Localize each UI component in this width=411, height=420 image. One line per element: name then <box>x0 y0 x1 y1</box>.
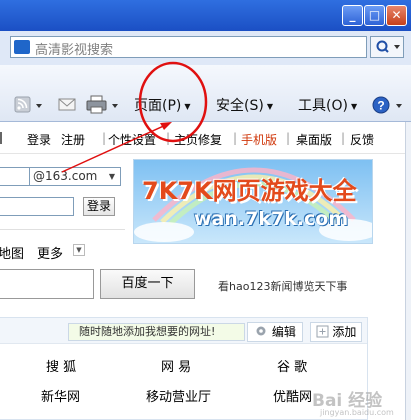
page-menu-label: 页面(P) <box>134 98 182 114</box>
add-site-tip-text: 随时随地添加我想要的网址! <box>79 325 216 338</box>
page-scrollbar[interactable] <box>405 122 411 420</box>
feedback-link[interactable]: 反馈 <box>350 131 374 148</box>
safety-menu-label: 安全(S) <box>216 98 264 114</box>
chevron-down-icon[interactable]: ▼ <box>73 244 85 256</box>
divider <box>0 229 125 230</box>
mail-login-button[interactable]: 登录 <box>83 197 115 216</box>
link-separator: | <box>233 131 238 145</box>
desktop-link[interactable]: 桌面版 <box>296 131 332 148</box>
site-link-xinhua[interactable]: 新华网 <box>41 386 80 405</box>
search-input[interactable]: 高清影视搜索 <box>10 36 367 58</box>
title-bar: _ □ ✕ <box>0 0 411 31</box>
minimize-button[interactable]: _ <box>342 5 363 26</box>
help-icon[interactable]: ? <box>372 95 408 115</box>
web-page: 登录 注册 | 个性设置 | 主页修复 | 手机版 | 桌面版 | 反馈 @16… <box>0 122 411 420</box>
personal-settings-link[interactable]: 个性设置 <box>108 131 156 148</box>
add-site-label: 添加 <box>332 325 357 339</box>
watermark-url: jingyan.baidu.com <box>320 408 394 417</box>
add-site-button[interactable]: 添加 <box>310 322 362 342</box>
chevron-down-icon: ▼ <box>108 172 115 181</box>
site-link-sohu[interactable]: 搜 狐 <box>46 356 76 375</box>
search-provider-icon <box>14 40 30 54</box>
rss-icon[interactable] <box>14 96 46 114</box>
email-domain-value: @163.com <box>33 169 98 183</box>
link-separator: | <box>166 131 171 145</box>
maximize-button[interactable]: □ <box>364 5 385 26</box>
site-link-mobile-hall[interactable]: 移动营业厅 <box>146 386 211 405</box>
banner-title: 7K7K网页游戏大全 <box>142 177 357 205</box>
site-link-youku[interactable]: 优酷网 <box>273 386 312 405</box>
link-separator: | <box>341 131 346 145</box>
link-separator: | <box>286 131 291 145</box>
mail-icon[interactable] <box>58 97 78 113</box>
page-menu[interactable]: 页面(P) ▼ <box>134 95 191 115</box>
command-bar: 页面(P) ▼ 安全(S) ▼ 工具(O) ▼ ? <box>0 65 411 122</box>
register-link[interactable]: 注册 <box>61 131 85 148</box>
baidu-search-input[interactable] <box>0 269 94 299</box>
safety-menu[interactable]: 安全(S) ▼ <box>216 95 273 115</box>
search-bar: 高清影视搜索 <box>0 31 411 65</box>
tools-menu-label: 工具(O) <box>298 98 348 114</box>
tools-menu[interactable]: 工具(O) ▼ <box>298 95 357 115</box>
top-links: 登录 注册 | 个性设置 | 主页修复 | 手机版 | 桌面版 | 反馈 <box>0 122 405 154</box>
map-link[interactable]: 地图 <box>0 243 24 262</box>
link-separator: | <box>102 131 107 145</box>
sites-header: 随时随地添加我想要的网址! 编辑 添加 <box>0 318 367 344</box>
gear-icon <box>256 326 266 336</box>
svg-text:?: ? <box>377 99 384 113</box>
edit-sites-button[interactable]: 编辑 <box>247 322 303 342</box>
search-placeholder: 高清影视搜索 <box>35 43 114 58</box>
password-input[interactable] <box>0 197 74 216</box>
add-site-tip[interactable]: 随时随地添加我想要的网址! <box>68 323 245 341</box>
link-separator <box>0 132 2 144</box>
edit-sites-label: 编辑 <box>271 325 296 339</box>
news-promo-link[interactable]: 看hao123新闻博览天下事 <box>218 278 347 294</box>
add-icon <box>316 325 329 338</box>
close-button[interactable]: ✕ <box>386 5 407 26</box>
more-link[interactable]: 更多 <box>37 243 63 262</box>
mobile-link[interactable]: 手机版 <box>241 131 277 148</box>
search-button[interactable] <box>370 36 404 58</box>
search-icon <box>376 40 400 53</box>
login-link[interactable]: 登录 <box>27 131 51 148</box>
game-banner[interactable]: 7K7K网页游戏大全 wan.7k7k.com <box>133 159 373 244</box>
site-link-google[interactable]: 谷 歌 <box>277 356 307 375</box>
banner-url: wan.7k7k.com <box>194 208 349 230</box>
site-link-netease[interactable]: 网 易 <box>161 356 191 375</box>
homepage-repair-link[interactable]: 主页修复 <box>174 131 222 148</box>
printer-icon[interactable] <box>86 95 122 115</box>
email-username-input[interactable] <box>0 167 30 186</box>
baidu-search-button[interactable]: 百度一下 <box>100 269 195 299</box>
email-domain-select[interactable]: @163.com ▼ <box>29 167 121 186</box>
